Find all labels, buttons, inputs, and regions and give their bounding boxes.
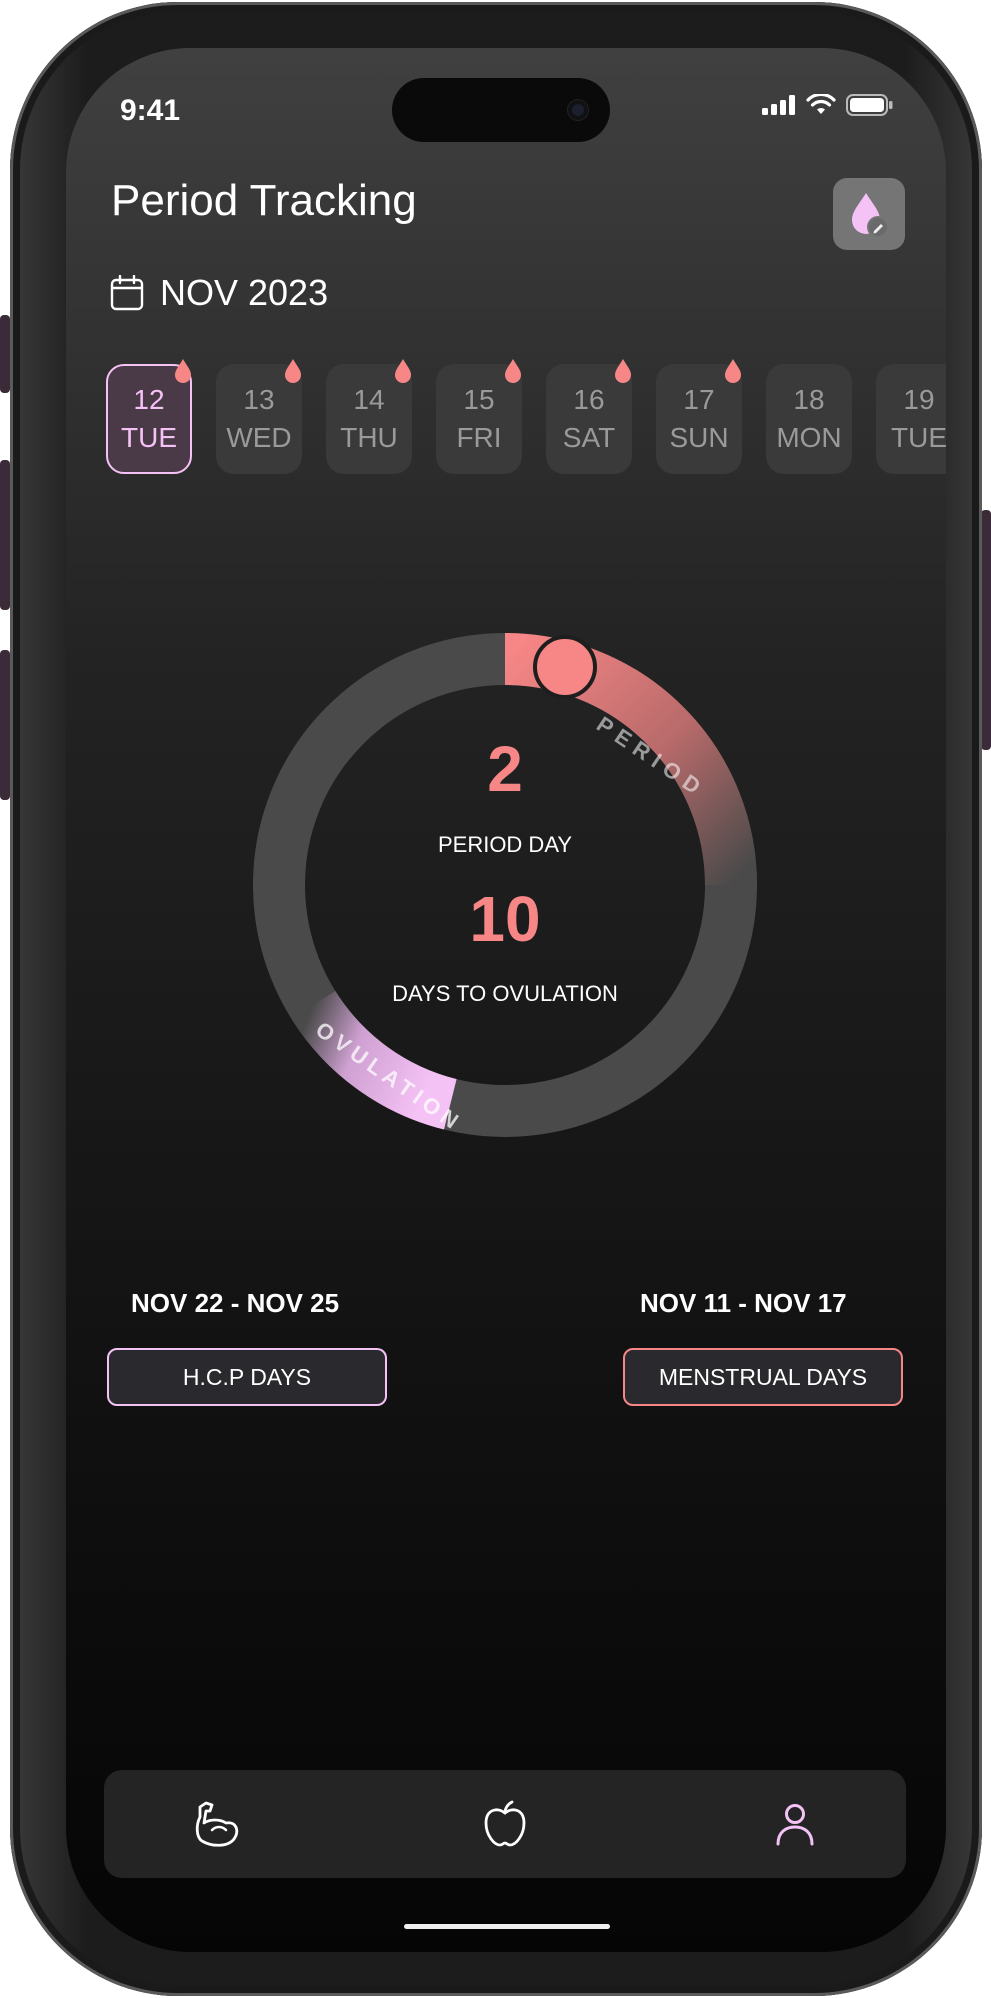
date-weekday: SUN	[669, 422, 729, 453]
power-button	[981, 510, 991, 750]
volume-up-button	[0, 460, 10, 610]
date-item-18[interactable]: 18 MON	[766, 364, 852, 474]
period-drop-icon	[395, 359, 411, 383]
status-time: 9:41	[120, 94, 181, 127]
cycle-marker[interactable]	[533, 635, 597, 699]
arm-muscle-icon	[195, 1801, 239, 1847]
period-day-label: PERIOD DAY	[437, 832, 573, 857]
date-day: 14	[353, 384, 385, 415]
wifi-icon	[806, 94, 836, 114]
apple-icon	[484, 1800, 526, 1847]
profile-icon	[776, 1804, 814, 1846]
date-weekday: TUE	[891, 422, 946, 453]
month-selector[interactable]: NOV 2023	[110, 272, 328, 314]
month-label: NOV 2023	[160, 272, 329, 313]
camera-icon	[568, 100, 588, 120]
menstrual-days-button[interactable]: MENSTRUAL DAYS	[623, 1348, 903, 1406]
date-weekday: FRI	[456, 422, 502, 453]
home-indicator	[404, 1924, 610, 1929]
date-strip: 12 TUE 13 WED 14 THU 15 FRI 16 SAT 17 SUN 18 MON 19 TUE	[106, 359, 946, 484]
phone-frame: 9:41 Period Tracking NOV 2023 12 TUE 13 …	[10, 2, 982, 1996]
period-drop-icon	[615, 359, 631, 383]
tab-nutrition[interactable]	[479, 1798, 531, 1850]
date-day: 15	[463, 384, 495, 415]
days-to-ovulation-number: 10	[469, 883, 541, 955]
date-item-19[interactable]: 19 TUE	[876, 364, 946, 474]
silent-switch	[0, 315, 10, 393]
date-weekday: MON	[776, 422, 842, 453]
menstrual-range: NOV 11 - NOV 17	[640, 1288, 847, 1318]
cycle-ring: PERIOD OVULATION 2 PERIOD DAY 10 DAYS TO…	[252, 632, 758, 1138]
date-weekday: TUE	[121, 422, 177, 453]
hcp-range: NOV 22 - NOV 25	[131, 1288, 340, 1318]
period-day-number: 2	[487, 733, 523, 805]
calendar-icon	[110, 275, 144, 311]
date-day: 12	[133, 384, 165, 415]
date-day: 18	[793, 384, 825, 415]
period-drop-icon	[725, 359, 741, 383]
tab-fitness[interactable]	[191, 1798, 243, 1850]
drop-edit-icon	[852, 193, 889, 238]
battery-icon	[846, 94, 893, 116]
volume-down-button	[0, 650, 10, 800]
date-weekday: SAT	[562, 422, 616, 453]
date-day: 16	[573, 384, 605, 415]
tab-profile[interactable]	[769, 1798, 821, 1850]
tab-bar	[104, 1770, 906, 1878]
days-to-ovulation-label: DAYS TO OVULATION	[392, 981, 618, 1006]
page-title: Period Tracking	[111, 176, 417, 225]
period-drop-icon	[505, 359, 521, 383]
signal-icon	[762, 95, 795, 115]
hcp-days-button[interactable]: H.C.P DAYS	[107, 1348, 387, 1406]
date-day: 19	[903, 384, 935, 415]
date-day: 17	[683, 384, 715, 415]
dynamic-island	[392, 78, 610, 142]
screen: 9:41 Period Tracking NOV 2023 12 TUE 13 …	[66, 48, 946, 1952]
status-icons	[762, 94, 894, 116]
period-drop-icon	[175, 359, 191, 383]
date-weekday: THU	[340, 422, 398, 453]
period-drop-icon	[285, 359, 301, 383]
log-period-button[interactable]	[833, 178, 905, 250]
date-day: 13	[243, 384, 275, 415]
date-weekday: WED	[226, 422, 292, 453]
